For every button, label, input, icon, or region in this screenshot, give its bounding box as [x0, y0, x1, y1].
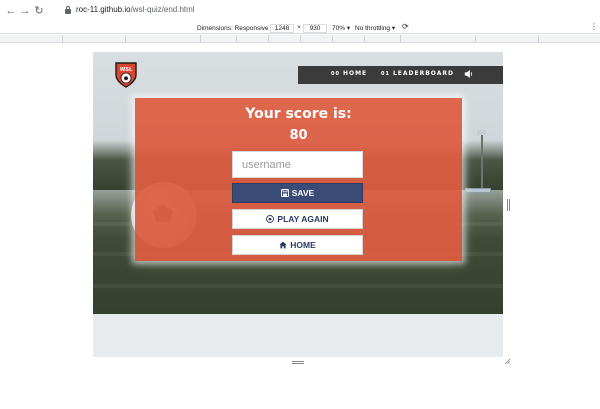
device-emulation-toolbar: Dimensions: Responsive ▾ 1248 × 930 70% …: [0, 22, 600, 34]
throttling-dropdown[interactable]: No throttling ▾: [355, 24, 395, 32]
ruler-tick: [364, 35, 365, 43]
nav-home-number: 00: [331, 71, 340, 77]
final-score: 80: [289, 128, 308, 143]
score-heading: Your score is:: [245, 106, 352, 122]
home-label: HOME: [290, 240, 316, 250]
ruler-tick: [125, 35, 126, 43]
nav-leaderboard-link[interactable]: 01 LEADERBOARD: [381, 70, 454, 77]
logo-text: WSL: [120, 67, 133, 73]
zoom-label: 70%: [332, 25, 346, 32]
rotate-icon[interactable]: ⟳: [402, 22, 409, 31]
home-icon: [279, 241, 287, 249]
nav-leaderboard-number: 01: [381, 71, 390, 77]
address-bar[interactable]: roc-11.github.io/wsl-quiz/end.html: [76, 5, 195, 14]
dimension-separator: ×: [297, 24, 301, 31]
page-background: [93, 314, 503, 357]
play-again-label: PLAY AGAIN: [277, 214, 329, 224]
url-host: roc-11.github.io: [76, 5, 131, 14]
forward-arrow-icon[interactable]: →: [18, 4, 32, 18]
floppy-disk-icon: [280, 189, 289, 197]
speaker-icon[interactable]: [463, 69, 475, 81]
ruler-tick: [300, 35, 301, 43]
ruler-tick: [236, 35, 237, 43]
viewport-resize-corner-icon[interactable]: [504, 358, 510, 364]
home-button[interactable]: HOME: [232, 235, 363, 255]
save-label: SAVE: [291, 188, 315, 198]
ruler-tick: [62, 35, 63, 43]
reload-icon[interactable]: ↻: [32, 4, 46, 18]
nav-home-link[interactable]: 00 HOME: [331, 70, 367, 77]
ruler-tick: [332, 35, 333, 43]
wsl-crest-logo[interactable]: WSL: [114, 61, 138, 88]
viewport-resize-handle-right[interactable]: [507, 199, 510, 211]
dimensions-label: Dimensions: Responsive: [197, 25, 269, 32]
floodlight-pole: [481, 132, 483, 192]
back-arrow-icon[interactable]: ←: [4, 4, 18, 18]
play-again-button[interactable]: PLAY AGAIN: [232, 209, 363, 229]
ruler-tick: [268, 35, 269, 43]
ruler-tick: [475, 35, 476, 43]
viewport-resize-handle-bottom[interactable]: [292, 361, 304, 364]
nav-leaderboard-label: LEADERBOARD: [392, 70, 454, 77]
nav-home-label: HOME: [342, 70, 368, 77]
ruler-tick: [200, 35, 201, 43]
floodlight-head: [477, 130, 486, 135]
height-input[interactable]: 930: [303, 23, 327, 33]
dimensions-dropdown[interactable]: Dimensions: Responsive ▾: [197, 24, 274, 32]
soccer-ball-icon: [266, 215, 275, 223]
ruler-tick: [538, 35, 539, 43]
emulated-viewport: WSL 00 HOME 01 LEADERBOARD Your score is: …: [93, 52, 503, 357]
width-input[interactable]: 1248: [270, 23, 294, 33]
browser-toolbar: ← → ↻ roc-11.github.io/wsl-quiz/end.html: [0, 0, 600, 22]
site-navbar: 00 HOME 01 LEADERBOARD: [298, 66, 503, 84]
grass-stripe: [93, 284, 503, 288]
advertising-board: [465, 188, 491, 193]
throttling-label: No throttling: [355, 25, 391, 32]
ruler-tick: [400, 35, 401, 43]
score-card: Your score is: 80 SAVE PLAY AGAIN HOME: [135, 98, 462, 261]
more-options-icon[interactable]: ⋮: [590, 22, 598, 31]
url-path: /wsl-quiz/end.html: [130, 5, 195, 14]
media-query-ruler: [0, 35, 600, 43]
zoom-dropdown[interactable]: 70% ▾: [332, 24, 350, 32]
save-score-button[interactable]: SAVE: [232, 183, 363, 203]
username-input[interactable]: [232, 151, 363, 178]
lock-icon: [65, 6, 71, 14]
